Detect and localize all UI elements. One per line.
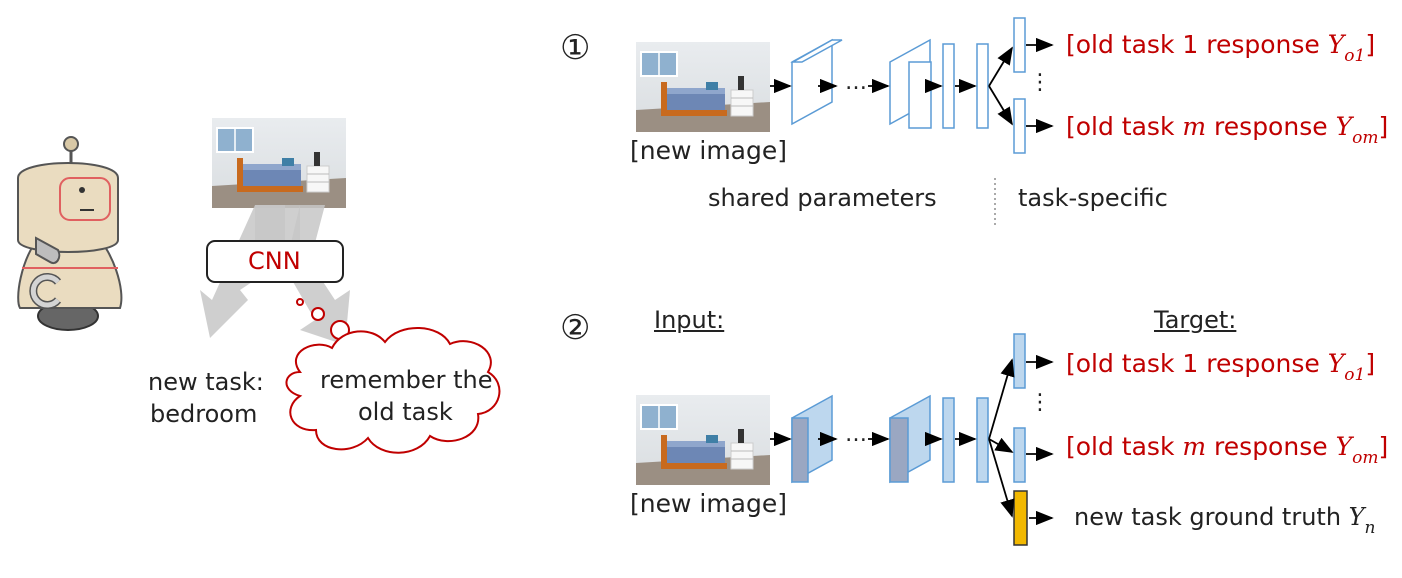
cnn-label: CNN [248,247,301,275]
target-label: Target: [1154,306,1237,334]
thought-line-2: old task [358,398,453,426]
p2-output-1: [old task 1 response Yo1] [1066,349,1376,385]
p1-output-1: [old task 1 response Yo1] [1066,30,1376,66]
p1-vdots: ⋮ [1029,70,1051,95]
thought-line-1: remember the [320,366,493,394]
p2-ellipsis: … [845,422,867,447]
p1-image-caption: [new image] [630,136,787,165]
new-task-line-1: new task: [148,368,264,396]
robot-figure [17,136,123,331]
input-label: Input: [654,306,725,334]
p2-output-m: [old task m response Yom] [1066,432,1389,468]
robot-bedroom-image [211,117,347,209]
p1-output-m: [old task m response Yom] [1066,112,1389,148]
shared-parameters-label: shared parameters [708,184,937,212]
p2-image [635,394,771,486]
panel-1-marker: ① [560,28,591,68]
p1-ellipsis: … [845,70,867,95]
p1-image [635,41,771,133]
new-task-line-2: bedroom [150,400,258,428]
task-specific-label: task-specific [1018,184,1168,212]
panel-2-marker: ② [560,308,591,348]
p2-vdots: ⋮ [1029,390,1051,415]
new-task-ground-truth: new task ground truth Yn [1074,503,1376,538]
p2-image-caption: [new image] [630,489,787,518]
